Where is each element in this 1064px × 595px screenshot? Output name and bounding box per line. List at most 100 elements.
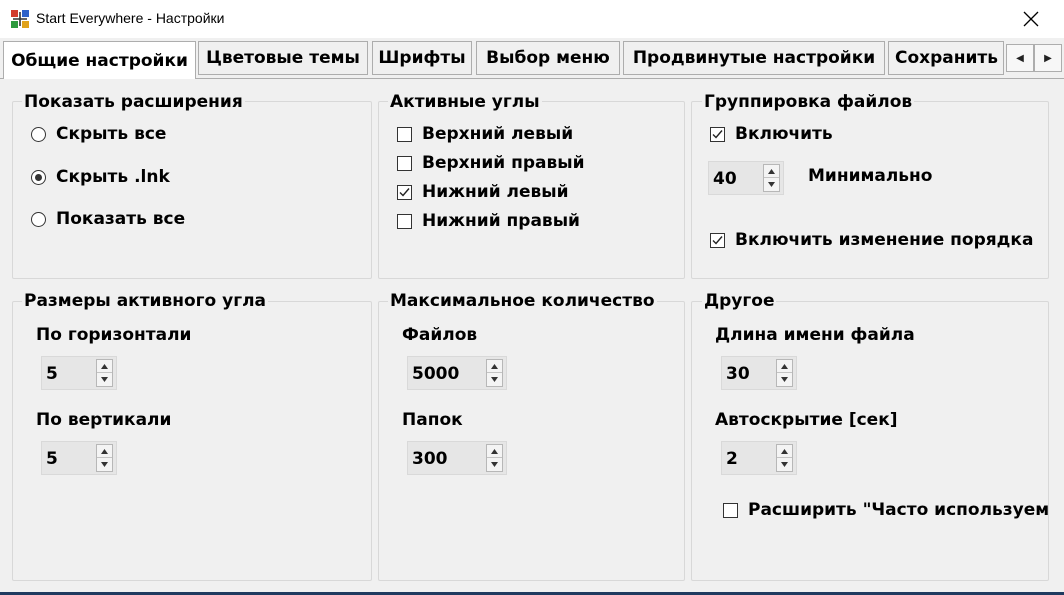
- spin-down-button[interactable]: [97, 458, 112, 471]
- spin-down-button[interactable]: [764, 178, 779, 191]
- radio-hide-lnk[interactable]: [31, 170, 46, 185]
- tab-color-themes[interactable]: Цветовые темы: [198, 41, 368, 75]
- tab-advanced[interactable]: Продвинутые настройки: [623, 41, 885, 75]
- spin-up-button[interactable]: [97, 360, 112, 373]
- arrow-down-icon: [781, 377, 788, 382]
- spinner-buttons: [486, 444, 503, 472]
- tab-content-general: Показать расширения Скрыть все Скрыть .l…: [0, 78, 1064, 592]
- files-label: Файлов: [402, 325, 478, 345]
- close-icon: [1023, 11, 1039, 27]
- spin-down-button[interactable]: [97, 373, 112, 386]
- arrow-right-icon: ▶: [1044, 52, 1052, 64]
- spin-up-button[interactable]: [764, 165, 779, 178]
- folders-label: Папок: [402, 410, 463, 430]
- spin-down-button[interactable]: [777, 373, 792, 386]
- arrow-up-icon: [768, 168, 775, 174]
- spin-up-button[interactable]: [487, 360, 502, 373]
- filename-length-spinner[interactable]: 30: [721, 356, 797, 390]
- grouping-minimum-value[interactable]: 40: [713, 169, 737, 189]
- spin-down-button[interactable]: [487, 373, 502, 386]
- arrow-left-icon: ◀: [1016, 52, 1024, 64]
- arrow-down-icon: [101, 462, 108, 467]
- checkbox-reorder-label[interactable]: Включить изменение порядка: [735, 230, 1033, 250]
- tab-scroll-right-button[interactable]: ▶: [1034, 44, 1062, 72]
- spinner-buttons: [776, 444, 793, 472]
- max-count-title: Максимальное количество: [388, 291, 657, 311]
- grouping-minimum-spinner[interactable]: 40: [708, 161, 784, 195]
- radio-show-all-label[interactable]: Показать все: [56, 209, 185, 229]
- checkbox-grouping-enable-label[interactable]: Включить: [735, 124, 833, 144]
- arrow-down-icon: [491, 377, 498, 382]
- vertical-label: По вертикали: [36, 410, 172, 430]
- horizontal-value[interactable]: 5: [46, 364, 58, 384]
- spinner-buttons: [96, 359, 113, 387]
- arrow-down-icon: [101, 377, 108, 382]
- file-grouping-title: Группировка файлов: [702, 92, 915, 112]
- close-button[interactable]: [1008, 2, 1054, 36]
- spinner-buttons: [776, 359, 793, 387]
- spinner-buttons: [486, 359, 503, 387]
- files-value[interactable]: 5000: [412, 364, 459, 384]
- spin-up-button[interactable]: [777, 445, 792, 458]
- radio-show-all[interactable]: [31, 212, 46, 227]
- checkbox-top-right[interactable]: [397, 156, 412, 171]
- arrow-up-icon: [491, 448, 498, 454]
- checkbox-expand-frequent-label[interactable]: Расширить "Часто используем: [748, 500, 1049, 520]
- checkmark-icon: [399, 188, 410, 197]
- folders-value[interactable]: 300: [412, 449, 448, 469]
- tab-menu-select[interactable]: Выбор меню: [476, 41, 620, 75]
- checkmark-icon: [712, 236, 723, 245]
- spin-down-button[interactable]: [487, 458, 502, 471]
- arrow-up-icon: [101, 363, 108, 369]
- arrow-up-icon: [781, 363, 788, 369]
- files-spinner[interactable]: 5000: [407, 356, 507, 390]
- grouping-minimum-label: Минимально: [808, 166, 933, 186]
- arrow-up-icon: [101, 448, 108, 454]
- autohide-spinner[interactable]: 2: [721, 441, 797, 475]
- checkbox-top-left-label[interactable]: Верхний левый: [422, 124, 573, 144]
- checkbox-bottom-right-label[interactable]: Нижний правый: [422, 211, 580, 231]
- radio-hide-all-label[interactable]: Скрыть все: [56, 124, 166, 144]
- checkbox-expand-frequent[interactable]: [723, 503, 738, 518]
- tab-bar: Общие настройки Цветовые темы Шрифты Выб…: [0, 38, 1064, 79]
- tab-scroll-left-button[interactable]: ◀: [1006, 44, 1034, 72]
- other-title: Другое: [702, 291, 777, 311]
- autohide-value[interactable]: 2: [726, 449, 738, 469]
- arrow-up-icon: [781, 448, 788, 454]
- vertical-spinner[interactable]: 5: [41, 441, 117, 475]
- spin-up-button[interactable]: [777, 360, 792, 373]
- title-bar: Start Everywhere - Настройки: [0, 0, 1064, 38]
- spin-up-button[interactable]: [487, 445, 502, 458]
- tab-fonts[interactable]: Шрифты: [372, 41, 472, 75]
- horizontal-spinner[interactable]: 5: [41, 356, 117, 390]
- folders-spinner[interactable]: 300: [407, 441, 507, 475]
- checkbox-top-left[interactable]: [397, 127, 412, 142]
- checkbox-bottom-left-label[interactable]: Нижний левый: [422, 182, 569, 202]
- vertical-value[interactable]: 5: [46, 449, 58, 469]
- spin-down-button[interactable]: [777, 458, 792, 471]
- checkbox-bottom-right[interactable]: [397, 214, 412, 229]
- corner-size-title: Размеры активного угла: [22, 291, 269, 311]
- tab-save[interactable]: Сохранить: [888, 41, 1004, 75]
- spinner-buttons: [763, 164, 780, 192]
- window-title: Start Everywhere - Настройки: [36, 10, 225, 26]
- spin-up-button[interactable]: [97, 445, 112, 458]
- filename-length-label: Длина имени файла: [715, 325, 915, 345]
- arrow-down-icon: [768, 182, 775, 187]
- arrow-down-icon: [781, 462, 788, 467]
- checkbox-top-right-label[interactable]: Верхний правый: [422, 153, 585, 173]
- checkbox-bottom-left[interactable]: [397, 185, 412, 200]
- checkmark-icon: [712, 130, 723, 139]
- spinner-buttons: [96, 444, 113, 472]
- tab-general[interactable]: Общие настройки: [3, 41, 196, 79]
- show-extensions-title: Показать расширения: [22, 92, 245, 112]
- app-icon: [11, 10, 29, 28]
- checkbox-reorder[interactable]: [710, 233, 725, 248]
- arrow-up-icon: [491, 363, 498, 369]
- autohide-label: Автоскрытие [сек]: [715, 410, 898, 430]
- radio-hide-all[interactable]: [31, 127, 46, 142]
- active-corners-title: Активные углы: [388, 92, 542, 112]
- filename-length-value[interactable]: 30: [726, 364, 750, 384]
- checkbox-grouping-enable[interactable]: [710, 127, 725, 142]
- radio-hide-lnk-label[interactable]: Скрыть .lnk: [56, 167, 170, 187]
